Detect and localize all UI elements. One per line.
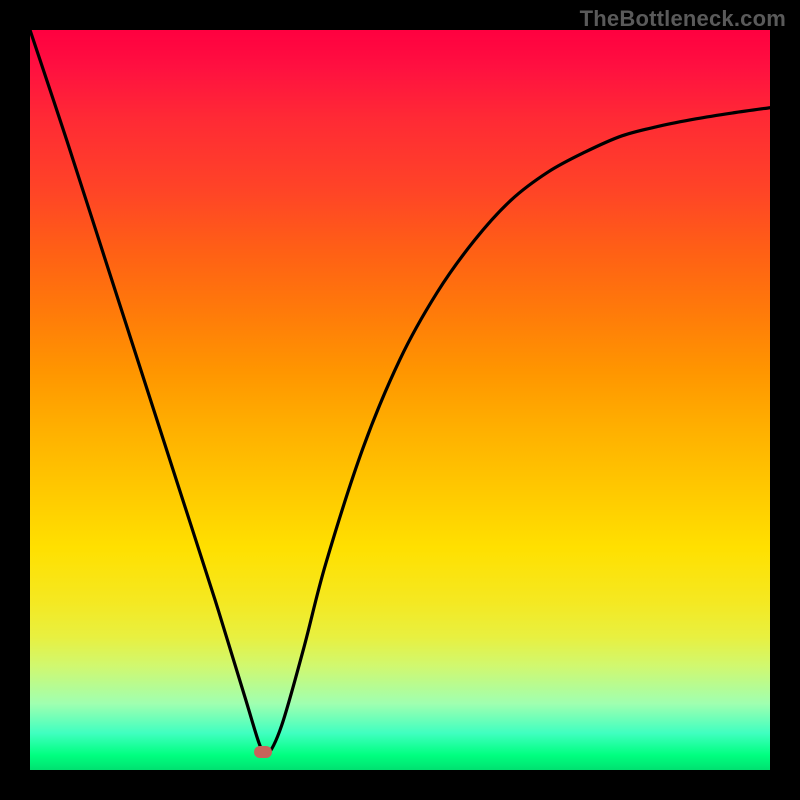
bottleneck-curve xyxy=(30,30,770,756)
chart-container: TheBottleneck.com xyxy=(0,0,800,800)
optimum-marker xyxy=(254,746,272,758)
curve-svg xyxy=(30,30,770,770)
plot-area xyxy=(30,30,770,770)
watermark-text: TheBottleneck.com xyxy=(580,6,786,32)
